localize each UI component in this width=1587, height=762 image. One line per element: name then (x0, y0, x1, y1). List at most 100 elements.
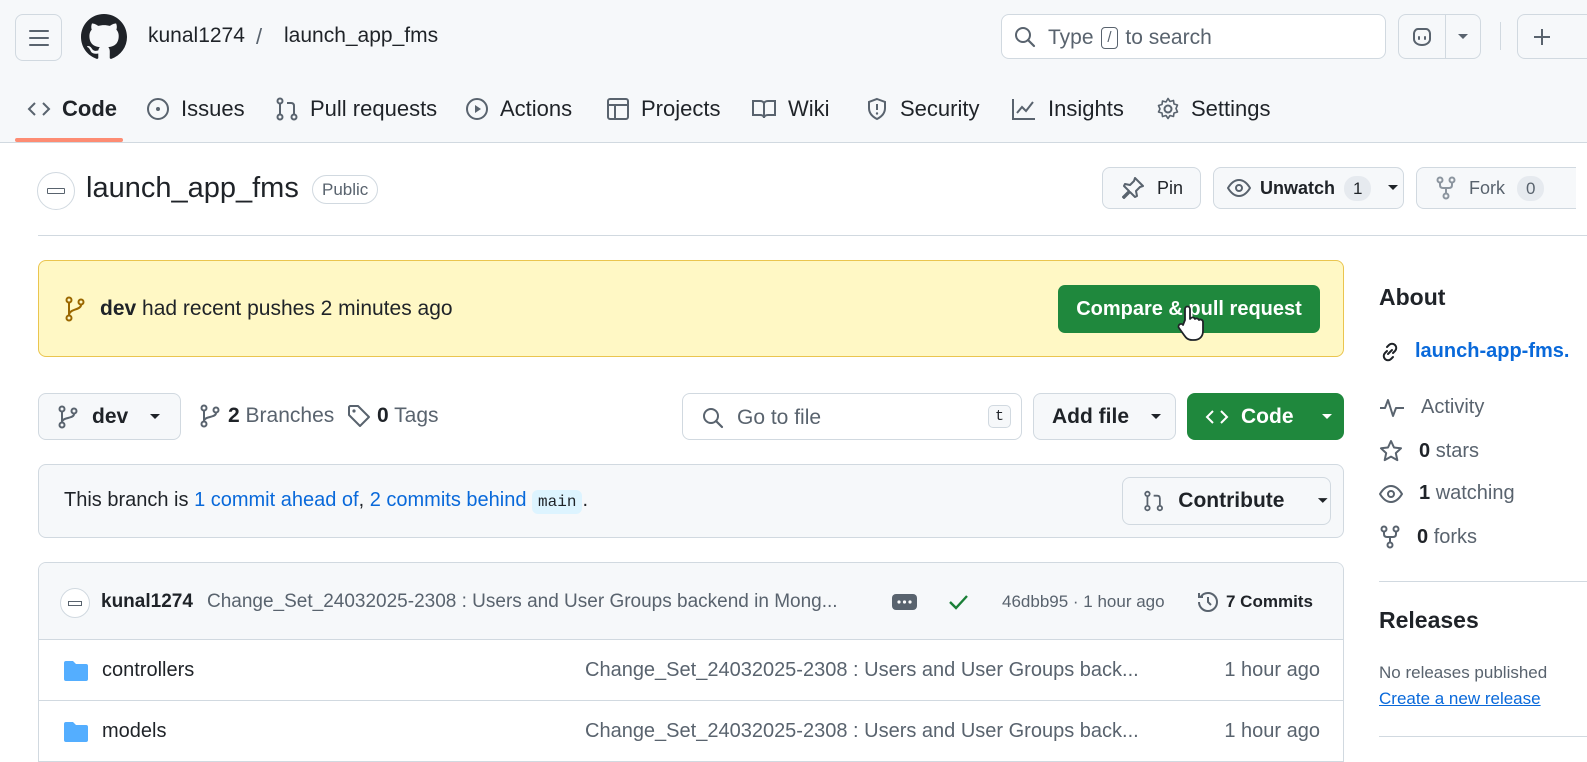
sidebar-divider (1379, 736, 1587, 737)
behind-link[interactable]: 2 commits behind (370, 489, 527, 511)
table-icon (607, 98, 629, 120)
base-branch-chip: main (532, 490, 583, 514)
copilot-button[interactable] (1398, 14, 1481, 59)
fork-label: Fork (1469, 177, 1505, 198)
commit-message[interactable]: Change_Set_24032025-2308 : Users and Use… (207, 591, 838, 613)
tab-label: Issues (181, 96, 245, 121)
tab-label: Security (900, 96, 980, 121)
breadcrumb-owner[interactable]: kunal1274 (148, 24, 245, 48)
branch-icon (200, 404, 220, 428)
branch-selector[interactable]: dev (38, 393, 181, 440)
tab-code[interactable]: Code (27, 87, 117, 131)
file-commit-message[interactable]: Change_Set_24032025-2308 : Users and Use… (585, 659, 1139, 682)
github-logo-icon[interactable] (81, 14, 127, 60)
code-dropdown-button[interactable]: Code (1187, 393, 1344, 440)
history-icon (1198, 591, 1218, 612)
gear-icon (1157, 97, 1179, 120)
hand-cursor-icon (1177, 305, 1204, 341)
breadcrumb-repo[interactable]: launch_app_fms (284, 24, 438, 48)
tab-label: Pull requests (310, 96, 438, 121)
forks-count: 0 (1417, 525, 1429, 548)
forks-link[interactable]: 0 forks (1379, 525, 1477, 549)
ellipsis-icon (897, 600, 912, 604)
tab-pull-requests[interactable]: Pull requests (275, 87, 437, 131)
forks-label: forks (1433, 525, 1478, 548)
file-updated-time: 1 hour ago (1224, 659, 1320, 681)
fork-button[interactable]: Fork 0 (1416, 167, 1576, 209)
tab-settings[interactable]: Settings (1156, 87, 1271, 131)
ahead-link[interactable]: 1 commit ahead of (194, 489, 359, 511)
branches-count: 2 (228, 404, 240, 427)
chevron-down-icon (1318, 498, 1329, 503)
watching-link[interactable]: 1 watching (1379, 482, 1515, 505)
homepage-link[interactable]: launch-app-fms. (1379, 340, 1569, 363)
commit-author[interactable]: kunal1274 (101, 591, 193, 613)
create-release-link[interactable]: Create a new release (1379, 689, 1541, 709)
tab-label: Wiki (788, 96, 830, 121)
pin-label: Pin (1157, 177, 1184, 198)
chevron-down-icon[interactable] (1386, 183, 1400, 193)
commit-author-avatar[interactable] (60, 588, 90, 618)
branches-link[interactable]: 2 Branches (200, 404, 334, 428)
tab-label: Code (62, 96, 117, 121)
branches-label: Branches (245, 404, 335, 427)
go-to-file-input[interactable]: Go to file t (682, 393, 1022, 440)
contribute-button[interactable]: Contribute (1122, 477, 1331, 525)
activity-link[interactable]: Activity (1379, 396, 1484, 419)
tab-security[interactable]: Security (865, 87, 979, 131)
issue-icon (147, 98, 169, 120)
commits-history-link[interactable]: 7 Commits (1196, 590, 1313, 614)
tags-link[interactable]: 0 Tags (347, 404, 439, 428)
banner-branch[interactable]: dev (100, 297, 136, 320)
file-table: kunal1274 Change_Set_24032025-2308 : Use… (38, 562, 1344, 762)
stars-label: stars (1435, 439, 1480, 462)
tab-wiki[interactable]: Wiki (751, 87, 830, 131)
unwatch-button[interactable]: Unwatch 1 (1213, 167, 1404, 209)
repo-title[interactable]: launch_app_fms (86, 172, 299, 205)
search-shortcut-key: / (1101, 27, 1118, 49)
folder-icon (64, 661, 88, 681)
add-file-button[interactable]: Add file (1033, 393, 1176, 440)
file-commit-message[interactable]: Change_Set_24032025-2308 : Users and Use… (585, 720, 1139, 743)
shield-icon (868, 97, 886, 121)
fork-icon (1436, 176, 1456, 200)
file-name[interactable]: models (102, 720, 166, 743)
tab-label: Settings (1191, 96, 1271, 121)
commit-sha-time[interactable]: 46dbb95 · 1 hour ago (1002, 592, 1165, 612)
latest-commit-row: kunal1274 Change_Set_24032025-2308 : Use… (39, 563, 1343, 640)
create-new-button[interactable] (1517, 14, 1587, 59)
file-row[interactable]: models Change_Set_24032025-2308 : Users … (39, 702, 1343, 761)
file-name[interactable]: controllers (102, 659, 194, 682)
tab-insights[interactable]: Insights (1011, 87, 1124, 131)
divider (38, 235, 1587, 236)
owner-avatar[interactable] (37, 172, 75, 210)
graph-icon (1012, 99, 1035, 120)
go-to-file-placeholder: Go to file (737, 406, 822, 429)
banner-message: dev had recent pushes 2 minutes ago (100, 297, 453, 321)
tab-projects[interactable]: Projects (606, 87, 720, 131)
search-input[interactable]: Type / to search (1001, 14, 1386, 59)
fork-count: 0 (1517, 175, 1545, 201)
code-label: Code (1241, 404, 1294, 428)
check-icon[interactable] (947, 592, 969, 612)
tab-issues[interactable]: Issues (146, 87, 245, 131)
expand-commit-message-button[interactable] (892, 594, 917, 610)
search-icon (703, 408, 724, 429)
file-row[interactable]: controllers Change_Set_24032025-2308 : U… (39, 641, 1343, 701)
sidebar-divider (1379, 581, 1587, 582)
book-icon (752, 100, 776, 119)
stars-link[interactable]: 0 stars (1379, 439, 1479, 463)
menu-button[interactable] (15, 14, 62, 61)
tag-icon (348, 405, 370, 427)
tab-actions[interactable]: Actions (465, 87, 572, 131)
releases-heading[interactable]: Releases (1379, 607, 1479, 634)
chevron-down-icon[interactable] (1456, 32, 1470, 42)
watching-label: watching (1435, 482, 1515, 504)
eye-icon (1379, 484, 1403, 503)
stars-count: 0 (1419, 439, 1431, 462)
branch-icon (65, 296, 85, 322)
search-icon (1014, 26, 1036, 48)
pin-button[interactable]: Pin (1102, 167, 1201, 209)
pulse-icon (1380, 398, 1404, 417)
pull-request-icon (276, 97, 298, 121)
